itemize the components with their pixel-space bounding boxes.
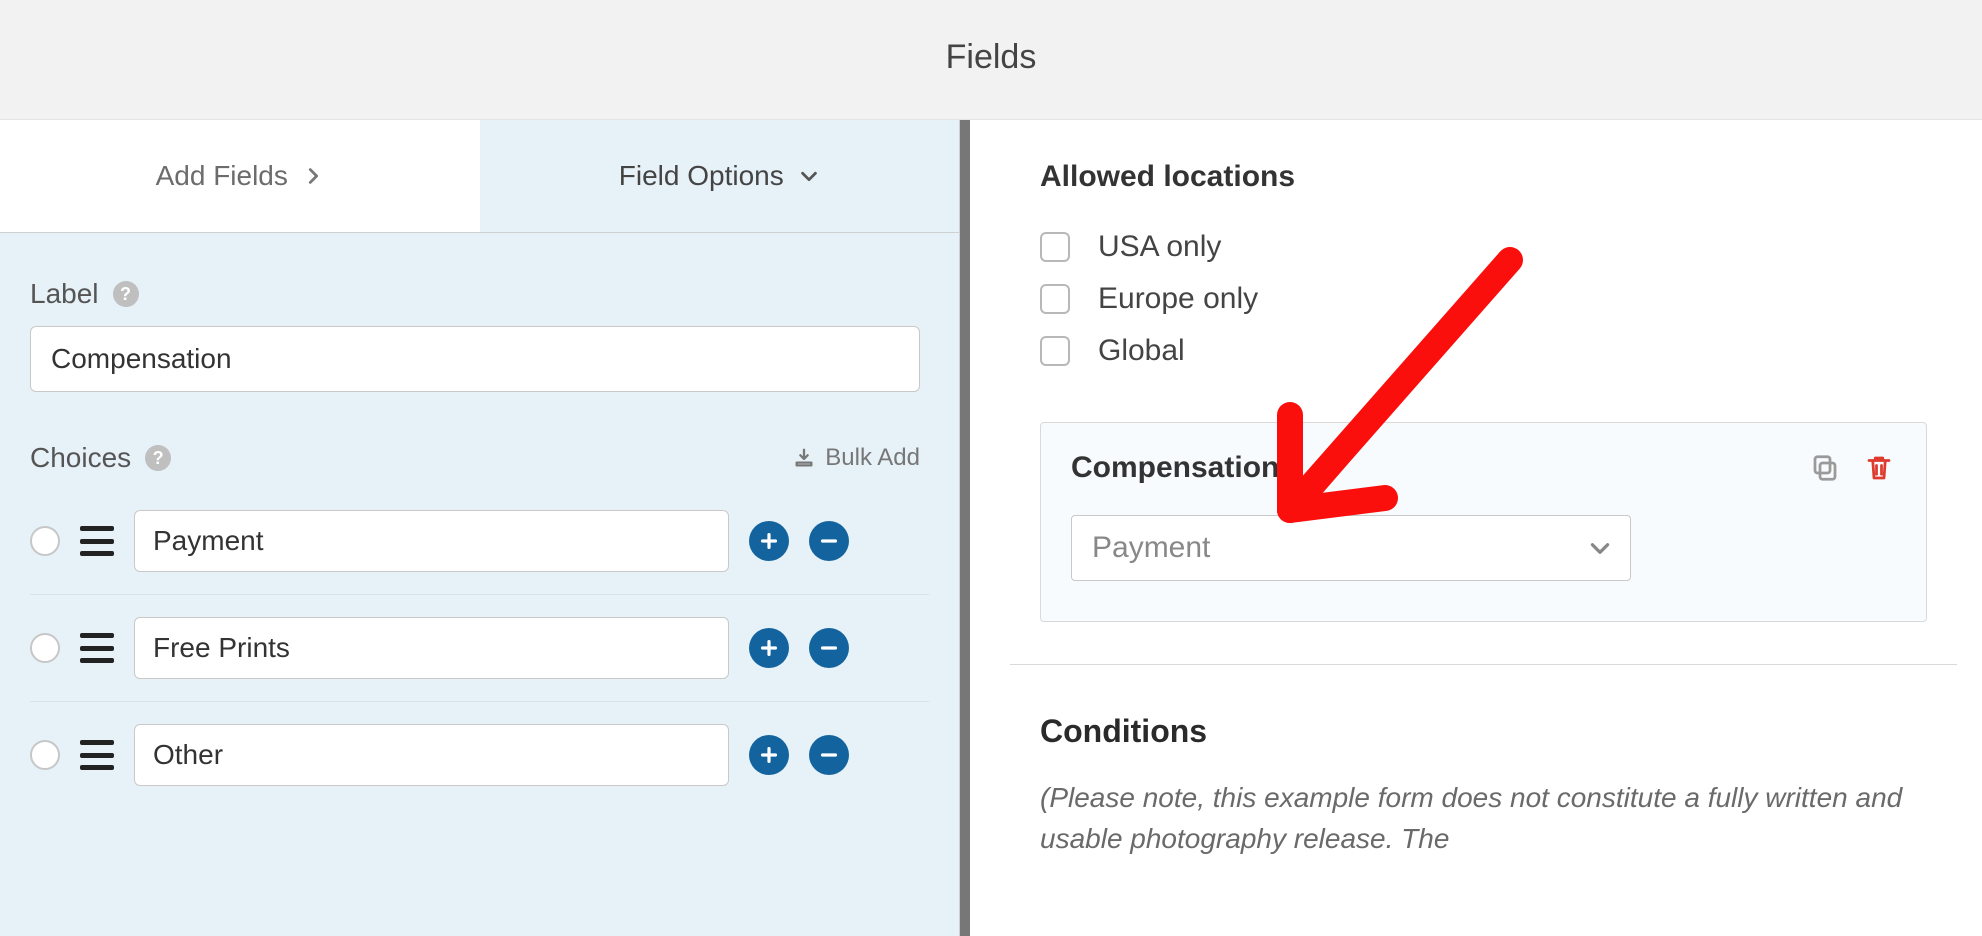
default-choice-radio[interactable] [30, 740, 60, 770]
panel-tabs: Add Fields Field Options [0, 120, 959, 233]
add-choice-button[interactable] [749, 521, 789, 561]
allowed-locations-title: Allowed locations [1040, 160, 1927, 194]
checkbox-input[interactable] [1040, 284, 1070, 314]
minus-icon [818, 744, 840, 766]
tab-field-options[interactable]: Field Options [480, 120, 960, 233]
trash-icon [1864, 453, 1894, 483]
select-value: Payment [1071, 515, 1631, 581]
add-choice-button[interactable] [749, 628, 789, 668]
field-preview-title: Compensation [1071, 451, 1279, 485]
choice-row [30, 595, 929, 702]
choice-input[interactable] [134, 617, 729, 679]
chevron-down-icon [1587, 515, 1613, 581]
panel-divider[interactable] [960, 120, 970, 936]
label-section-text: Label [30, 278, 99, 310]
choices-section-header: Choices ? [30, 442, 171, 474]
tab-field-options-label: Field Options [619, 160, 784, 192]
add-choice-button[interactable] [749, 735, 789, 775]
checkbox-input[interactable] [1040, 336, 1070, 366]
chevron-right-icon [302, 165, 324, 187]
bulk-add-label: Bulk Add [825, 444, 920, 472]
field-options-panel: Add Fields Field Options Label ? Choices [0, 120, 960, 936]
choice-row [30, 702, 929, 808]
page-title: Fields [0, 0, 1982, 120]
chevron-down-icon [798, 165, 820, 187]
drag-handle-icon[interactable] [80, 526, 114, 556]
field-preview-card[interactable]: Compensation Payment [1040, 422, 1927, 622]
default-choice-radio[interactable] [30, 633, 60, 663]
plus-icon [758, 744, 780, 766]
field-label-input[interactable] [30, 326, 920, 392]
delete-button[interactable] [1862, 451, 1896, 485]
conditions-title: Conditions [1040, 713, 1927, 750]
bulk-add-button[interactable]: Bulk Add [793, 444, 920, 472]
remove-choice-button[interactable] [809, 628, 849, 668]
page-title-text: Fields [946, 38, 1037, 76]
minus-icon [818, 637, 840, 659]
field-actions [1808, 451, 1896, 485]
help-icon[interactable]: ? [145, 445, 171, 471]
choice-row [30, 488, 929, 595]
remove-choice-button[interactable] [809, 521, 849, 561]
copy-icon [1810, 453, 1840, 483]
conditions-note: (Please note, this example form does not… [1040, 778, 1927, 859]
checkbox-row: Global [1040, 334, 1927, 368]
checkbox-label: Global [1098, 334, 1185, 368]
choice-input[interactable] [134, 724, 729, 786]
default-choice-radio[interactable] [30, 526, 60, 556]
select-text: Payment [1092, 531, 1210, 565]
remove-choice-button[interactable] [809, 735, 849, 775]
download-icon [793, 447, 815, 469]
checkbox-row: Europe only [1040, 282, 1927, 316]
checkbox-label: USA only [1098, 230, 1221, 264]
section-divider [1010, 664, 1957, 665]
form-preview-panel: Allowed locations USA only Europe only G… [970, 120, 1982, 936]
checkbox-input[interactable] [1040, 232, 1070, 262]
checkbox-label: Europe only [1098, 282, 1258, 316]
help-icon[interactable]: ? [113, 281, 139, 307]
choice-input[interactable] [134, 510, 729, 572]
compensation-select[interactable]: Payment [1071, 515, 1631, 581]
plus-icon [758, 637, 780, 659]
tab-add-fields-label: Add Fields [156, 160, 288, 192]
duplicate-button[interactable] [1808, 451, 1842, 485]
checkbox-row: USA only [1040, 230, 1927, 264]
minus-icon [818, 530, 840, 552]
label-section-header: Label ? [30, 278, 929, 310]
drag-handle-icon[interactable] [80, 633, 114, 663]
tab-add-fields[interactable]: Add Fields [0, 120, 480, 233]
drag-handle-icon[interactable] [80, 740, 114, 770]
choices-section-text: Choices [30, 442, 131, 474]
plus-icon [758, 530, 780, 552]
